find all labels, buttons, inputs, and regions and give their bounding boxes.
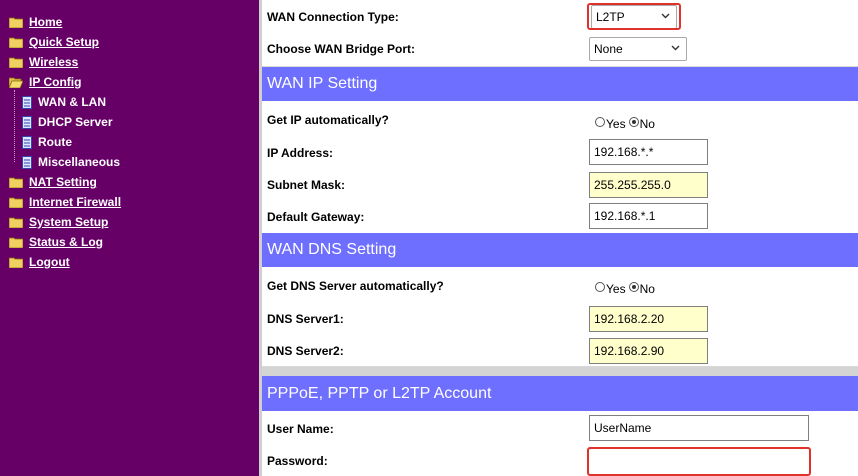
sidebar-item-status-log[interactable]: Status & Log bbox=[9, 234, 103, 250]
dns-server1-input[interactable] bbox=[589, 306, 708, 332]
account-section-title: PPPoE, PPTP or L2TP Account bbox=[267, 385, 492, 402]
get-ip-label: Get IP automatically? bbox=[267, 113, 389, 127]
sidebar-item-ip-config[interactable]: IP Config bbox=[9, 74, 81, 90]
wan-type-highlight bbox=[587, 3, 681, 30]
sidebar-item-label[interactable]: WAN & LAN bbox=[38, 95, 106, 109]
get-dns-row: Get DNS Server automatically? Yes No bbox=[262, 268, 858, 302]
sidebar-item-label[interactable]: NAT Setting bbox=[29, 175, 97, 189]
folder-icon bbox=[9, 37, 23, 48]
folder-icon bbox=[9, 237, 23, 248]
tree-connector bbox=[14, 90, 15, 162]
wan-ip-section-title: WAN IP Setting bbox=[267, 75, 378, 92]
password-label: Password: bbox=[267, 454, 328, 468]
sidebar-item-dhcp-server[interactable]: DHCP Server bbox=[22, 114, 112, 130]
sidebar-item-label[interactable]: DHCP Server bbox=[38, 115, 112, 129]
folder-icon bbox=[9, 57, 23, 68]
page-icon bbox=[22, 155, 32, 169]
sidebar-item-quick-setup[interactable]: Quick Setup bbox=[9, 34, 99, 50]
wan-ip-section-header: WAN IP Setting bbox=[262, 67, 858, 101]
user-name-row: User Name: bbox=[262, 412, 858, 445]
page-icon bbox=[22, 95, 32, 109]
sidebar-item-label[interactable]: Logout bbox=[29, 255, 70, 269]
sidebar-item-label[interactable]: Route bbox=[38, 135, 72, 149]
sidebar-item-nat-setting[interactable]: NAT Setting bbox=[9, 174, 97, 190]
get-dns-label: Get DNS Server automatically? bbox=[267, 279, 444, 293]
wan-type-row: WAN Connection Type: L2TP bbox=[262, 0, 858, 35]
sidebar-item-miscellaneous[interactable]: Miscellaneous bbox=[22, 154, 120, 170]
get-ip-radio-group: Yes No bbox=[595, 115, 655, 131]
wan-dns-section-title: WAN DNS Setting bbox=[267, 241, 397, 258]
get-dns-yes-label: Yes bbox=[606, 282, 626, 296]
get-dns-no-label: No bbox=[639, 282, 655, 296]
dns-server2-input[interactable] bbox=[589, 338, 708, 364]
sidebar-item-internet-firewall[interactable]: Internet Firewall bbox=[9, 194, 121, 210]
page-icon bbox=[22, 115, 32, 129]
sidebar-item-label[interactable]: Internet Firewall bbox=[29, 195, 121, 209]
bridge-port-value: None bbox=[594, 42, 623, 56]
get-dns-yes-radio[interactable] bbox=[595, 282, 605, 292]
password-highlight bbox=[587, 447, 811, 476]
user-name-input[interactable] bbox=[589, 415, 809, 441]
default-gateway-input[interactable] bbox=[589, 203, 708, 229]
sidebar-item-label[interactable]: Quick Setup bbox=[29, 35, 99, 49]
sidebar-item-label[interactable]: Miscellaneous bbox=[38, 155, 120, 169]
sidebar-item-label[interactable]: Status & Log bbox=[29, 235, 103, 249]
get-dns-no-radio[interactable] bbox=[628, 282, 639, 292]
bridge-port-row: Choose WAN Bridge Port: None bbox=[262, 34, 858, 67]
sidebar-item-label[interactable]: System Setup bbox=[29, 215, 108, 229]
get-dns-radio-group: Yes No bbox=[595, 280, 655, 296]
get-ip-yes-radio[interactable] bbox=[595, 117, 605, 127]
dns-server1-row: DNS Server1: bbox=[262, 301, 858, 335]
get-ip-row: Get IP automatically? Yes No bbox=[262, 102, 858, 137]
ip-address-label: IP Address: bbox=[267, 146, 334, 160]
sidebar-item-route[interactable]: Route bbox=[22, 134, 72, 150]
user-name-label: User Name: bbox=[267, 422, 334, 436]
sidebar-item-label[interactable]: IP Config bbox=[29, 75, 81, 89]
sidebar-nav: Home Quick Setup Wireless IP Config WAN … bbox=[0, 0, 259, 476]
default-gateway-label: Default Gateway: bbox=[267, 210, 365, 224]
subnet-mask-row: Subnet Mask: bbox=[262, 168, 858, 201]
sidebar-item-wireless[interactable]: Wireless bbox=[9, 54, 78, 70]
sidebar-item-system-setup[interactable]: System Setup bbox=[9, 214, 108, 230]
page-icon bbox=[22, 135, 32, 149]
dns-server1-label: DNS Server1: bbox=[267, 312, 344, 326]
section-spacer bbox=[262, 367, 858, 376]
sidebar-item-label[interactable]: Home bbox=[29, 15, 62, 29]
chevron-down-icon bbox=[671, 45, 680, 51]
folder-icon bbox=[9, 197, 23, 208]
sidebar-item-label[interactable]: Wireless bbox=[29, 55, 78, 69]
default-gateway-row: Default Gateway: bbox=[262, 200, 858, 234]
bridge-port-select[interactable]: None bbox=[589, 37, 687, 61]
ip-address-row: IP Address: bbox=[262, 136, 858, 169]
folder-icon bbox=[9, 217, 23, 228]
wan-config-form: WAN Connection Type: L2TP Choose WAN Bri… bbox=[262, 0, 858, 476]
folder-icon bbox=[9, 177, 23, 188]
account-section-header: PPPoE, PPTP or L2TP Account bbox=[262, 376, 858, 411]
dns-server2-row: DNS Server2: bbox=[262, 334, 858, 367]
subnet-mask-label: Subnet Mask: bbox=[267, 178, 346, 192]
get-ip-yes-label: Yes bbox=[606, 117, 626, 131]
wan-type-label: WAN Connection Type: bbox=[267, 10, 399, 24]
subnet-mask-input[interactable] bbox=[589, 172, 708, 198]
sidebar-item-wan-lan[interactable]: WAN & LAN bbox=[22, 94, 106, 110]
wan-dns-section-header: WAN DNS Setting bbox=[262, 233, 858, 267]
ip-address-input[interactable] bbox=[589, 139, 708, 165]
sidebar-item-home[interactable]: Home bbox=[9, 14, 62, 30]
open-folder-icon bbox=[9, 77, 23, 88]
folder-icon bbox=[9, 17, 23, 28]
folder-icon bbox=[9, 257, 23, 268]
password-row: Password: bbox=[262, 444, 858, 476]
sidebar-item-logout[interactable]: Logout bbox=[9, 254, 70, 270]
get-ip-no-label: No bbox=[639, 117, 655, 131]
dns-server2-label: DNS Server2: bbox=[267, 344, 344, 358]
get-ip-no-radio[interactable] bbox=[628, 117, 639, 127]
bridge-port-label: Choose WAN Bridge Port: bbox=[267, 42, 416, 56]
